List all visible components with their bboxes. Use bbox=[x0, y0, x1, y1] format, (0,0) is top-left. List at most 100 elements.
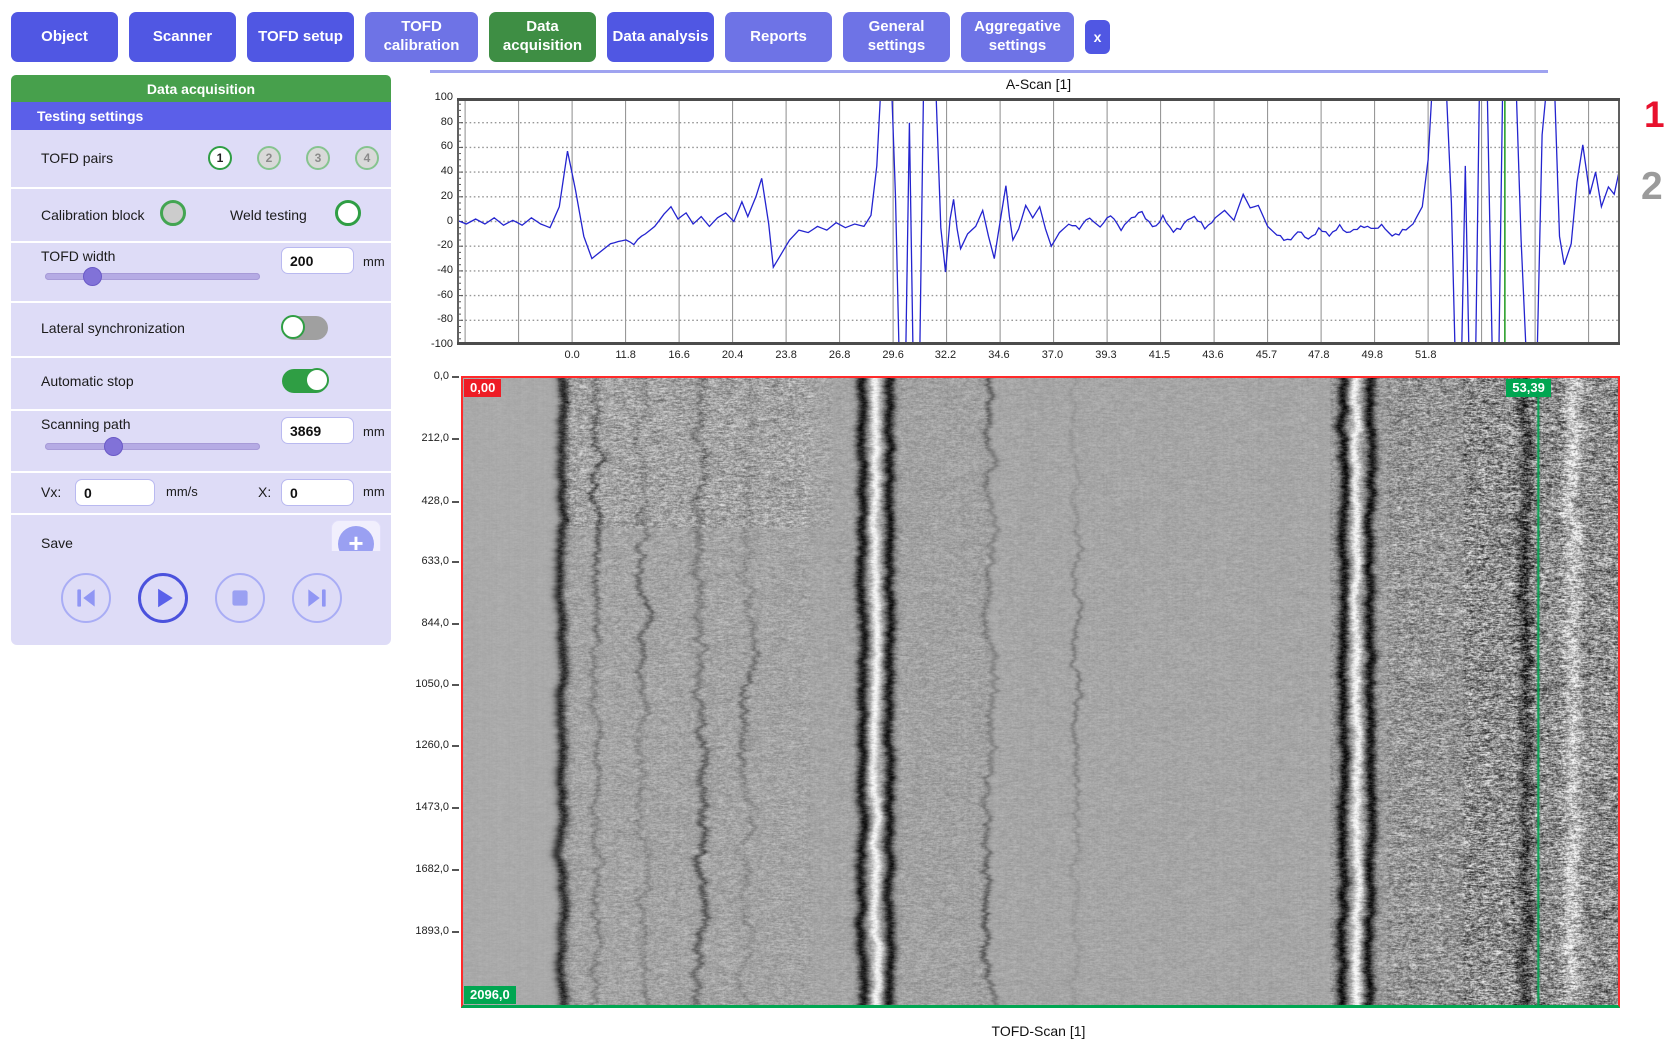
tofd-width-input[interactable] bbox=[281, 247, 354, 274]
lateral-sync-toggle[interactable] bbox=[282, 316, 328, 340]
tofd-y-tick: 633,0 bbox=[385, 555, 449, 567]
scanning-path-label: Scanning path bbox=[41, 416, 131, 432]
tofd-cursor-badge: 53,39 bbox=[1506, 379, 1551, 397]
tofd-y-tick-mark bbox=[452, 376, 459, 378]
ascan-y-tick: 60 bbox=[415, 140, 453, 152]
ascan-x-tick: 34.6 bbox=[984, 349, 1014, 361]
tofd-y-tick-mark bbox=[452, 684, 459, 686]
auto-stop-label: Automatic stop bbox=[41, 373, 134, 389]
ascan-x-tick: 26.8 bbox=[825, 349, 855, 361]
ascan-x-tick: 23.8 bbox=[771, 349, 801, 361]
pair-circle-4[interactable]: 4 bbox=[355, 146, 379, 170]
ascan-x-tick: 11.8 bbox=[611, 349, 641, 361]
ascan-y-tick: -80 bbox=[415, 313, 453, 325]
tab-tofd-calibration[interactable]: TOFD calibration bbox=[365, 12, 478, 62]
ascan-x-tick: 49.8 bbox=[1357, 349, 1387, 361]
row-tofd-pairs: TOFD pairs 1 2 3 4 bbox=[11, 130, 391, 189]
scanning-path-unit: mm bbox=[363, 424, 385, 439]
weld-testing-radio[interactable] bbox=[335, 200, 361, 226]
tab-data-analysis[interactable]: Data analysis bbox=[607, 12, 714, 62]
scanning-path-slider[interactable] bbox=[45, 443, 260, 450]
tofd-bscan-canvas[interactable] bbox=[463, 378, 1618, 1005]
ascan-y-tick: 0 bbox=[415, 215, 453, 227]
tofd-y-tick: 844,0 bbox=[385, 617, 449, 629]
row-velocity-position: Vx: mm/s X: mm bbox=[11, 473, 391, 515]
ascan-plot[interactable] bbox=[457, 98, 1620, 345]
tofd-y-tick: 428,0 bbox=[385, 495, 449, 507]
tab-general-settings[interactable]: General settings bbox=[843, 12, 950, 62]
ascan-x-tick: 29.6 bbox=[878, 349, 908, 361]
skip-to-end-button[interactable] bbox=[292, 573, 342, 623]
vx-label: Vx: bbox=[41, 484, 61, 500]
vx-unit: mm/s bbox=[166, 484, 198, 499]
auto-stop-toggle[interactable] bbox=[282, 369, 328, 393]
pair-circle-1[interactable]: 1 bbox=[208, 146, 232, 170]
tofd-y-tick: 1260,0 bbox=[385, 739, 449, 751]
play-button[interactable] bbox=[138, 573, 188, 623]
tab-reports[interactable]: Reports bbox=[725, 12, 832, 62]
row-auto-stop: Automatic stop bbox=[11, 358, 391, 411]
sidebar-title: Data acquisition bbox=[11, 75, 391, 102]
vx-input[interactable] bbox=[75, 479, 155, 506]
x-label: X: bbox=[258, 484, 271, 500]
skip-to-start-icon bbox=[73, 585, 99, 611]
lateral-sync-label: Lateral synchronization bbox=[41, 320, 185, 336]
channel-2-selector[interactable]: 2 bbox=[1641, 167, 1663, 206]
tofd-y-tick-mark bbox=[452, 931, 459, 933]
tofd-width-slider-thumb[interactable] bbox=[83, 267, 102, 286]
row-scanning-path: Scanning path mm bbox=[11, 411, 391, 473]
ascan-y-tick: 20 bbox=[415, 190, 453, 202]
tofd-width-label: TOFD width bbox=[41, 248, 115, 264]
tofd-width-unit: mm bbox=[363, 254, 385, 269]
tab-scanner[interactable]: Scanner bbox=[129, 12, 236, 62]
scanning-path-input[interactable] bbox=[281, 417, 354, 444]
pair-circle-2[interactable]: 2 bbox=[257, 146, 281, 170]
x-input[interactable] bbox=[281, 479, 354, 506]
ascan-title: A-Scan [1] bbox=[457, 76, 1620, 92]
close-button[interactable]: x bbox=[1085, 20, 1110, 54]
tab-object[interactable]: Object bbox=[11, 12, 118, 62]
tofd-y-tick-mark bbox=[452, 501, 459, 503]
pair-circle-3[interactable]: 3 bbox=[306, 146, 330, 170]
ascan-y-tick: -60 bbox=[415, 289, 453, 301]
app-window: { "colors":{ "blue":"#5057e3","blueLight… bbox=[0, 0, 1680, 1050]
channel-1-selector[interactable]: 1 bbox=[1644, 96, 1665, 133]
skip-to-end-icon bbox=[304, 585, 330, 611]
playback-panel bbox=[11, 551, 391, 645]
skip-to-start-button[interactable] bbox=[61, 573, 111, 623]
row-mode: Calibration block Weld testing bbox=[11, 189, 391, 243]
ascan-x-tick: 43.6 bbox=[1198, 349, 1228, 361]
ascan-y-tick: 40 bbox=[415, 165, 453, 177]
horizontal-splitter[interactable] bbox=[430, 70, 1548, 73]
tofd-pairs-label: TOFD pairs bbox=[41, 150, 113, 166]
tofd-width-slider[interactable] bbox=[45, 273, 260, 280]
tab-data-acquisition[interactable]: Data acquisition bbox=[489, 12, 596, 62]
row-lateral-sync: Lateral synchronization bbox=[11, 303, 391, 358]
ascan-x-tick: 37.0 bbox=[1037, 349, 1067, 361]
tofd-y-tick: 1050,0 bbox=[385, 678, 449, 690]
scanning-path-slider-thumb[interactable] bbox=[104, 437, 123, 456]
ascan-x-tick: 45.7 bbox=[1251, 349, 1281, 361]
play-icon bbox=[150, 585, 176, 611]
calibration-block-radio[interactable] bbox=[160, 200, 186, 226]
weld-testing-label: Weld testing bbox=[230, 207, 307, 223]
tofd-y-tick: 0,0 bbox=[385, 370, 449, 382]
tab-aggregative-settings[interactable]: Aggregative settings bbox=[961, 12, 1074, 62]
tofd-y-tick: 1682,0 bbox=[385, 863, 449, 875]
tofd-y-tick-mark bbox=[452, 561, 459, 563]
row-tofd-width: TOFD width mm bbox=[11, 243, 391, 303]
x-unit: mm bbox=[363, 484, 385, 499]
tofd-y-tick-mark bbox=[452, 807, 459, 809]
ascan-x-tick: 47.8 bbox=[1304, 349, 1334, 361]
tofd-origin-badge: 0,00 bbox=[464, 379, 501, 397]
top-nav: Object Scanner TOFD setup TOFD calibrati… bbox=[11, 12, 1110, 62]
tofd-y-tick: 212,0 bbox=[385, 432, 449, 444]
calibration-block-label: Calibration block bbox=[41, 207, 145, 223]
tofd-scan-image[interactable]: 0,00 53,39 2096,0 bbox=[461, 376, 1620, 1008]
stop-button[interactable] bbox=[215, 573, 265, 623]
tab-tofd-setup[interactable]: TOFD setup bbox=[247, 12, 354, 62]
ascan-y-tick: -100 bbox=[415, 338, 453, 350]
ascan-x-tick: 32.2 bbox=[930, 349, 960, 361]
ascan-y-tick: -40 bbox=[415, 264, 453, 276]
tofd-title: TOFD-Scan [1] bbox=[457, 1023, 1620, 1039]
